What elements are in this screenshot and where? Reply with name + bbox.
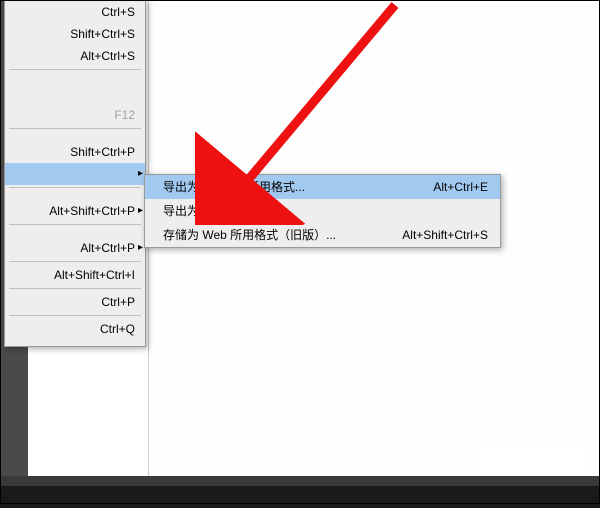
submenu-shortcut: Alt+Ctrl+E	[433, 175, 488, 199]
submenu-arrow-icon: ▸	[138, 200, 143, 222]
menu-shortcut: Alt+Ctrl+P	[80, 241, 135, 255]
app-lower-strip	[0, 476, 600, 486]
menu-separator	[9, 224, 141, 225]
menu-shortcut: Ctrl+P	[101, 295, 135, 309]
submenu-item-export-screens[interactable]: 导出为多种屏幕所用格式... Alt+Ctrl+E	[145, 175, 500, 199]
export-submenu[interactable]: 导出为多种屏幕所用格式... Alt+Ctrl+E 导出为... 存储为 Web…	[144, 174, 501, 248]
menu-separator	[9, 315, 141, 316]
submenu-label: 存储为 Web 所用格式（旧版）...	[163, 223, 336, 247]
submenu-shortcut: Alt+Shift+Ctrl+S	[402, 223, 488, 247]
menu-item[interactable]: Shift+Ctrl+S	[5, 23, 145, 45]
menu-shortcut: Alt+Ctrl+S	[80, 49, 135, 63]
screenshot-stage: Ctrl+S Shift+Ctrl+S Alt+Ctrl+S F12 Shift…	[0, 0, 600, 508]
submenu-arrow-icon: ▸	[138, 163, 143, 185]
menu-item[interactable]: Alt+Shift+Ctrl+P▸	[5, 200, 145, 222]
menu-shortcut: Alt+Shift+Ctrl+I	[54, 268, 135, 282]
menu-item[interactable]: Ctrl+S	[5, 1, 145, 23]
menu-separator	[9, 288, 141, 289]
menu-separator	[9, 187, 141, 188]
menu-shortcut: Ctrl+Q	[100, 322, 135, 336]
menu-item-export[interactable]: ▸	[5, 163, 145, 185]
menu-separator	[9, 128, 141, 129]
menu-item[interactable]: Ctrl+P	[5, 291, 145, 313]
menu-shortcut: Shift+Ctrl+P	[70, 145, 135, 159]
menu-shortcut: F12	[114, 108, 135, 122]
app-status-bar	[0, 486, 600, 508]
menu-item[interactable]: Alt+Shift+Ctrl+I	[5, 264, 145, 286]
menu-item[interactable]: F12	[5, 104, 145, 126]
watermark	[476, 442, 586, 474]
file-menu[interactable]: Ctrl+S Shift+Ctrl+S Alt+Ctrl+S F12 Shift…	[4, 0, 146, 347]
submenu-label: 导出为...	[163, 199, 209, 223]
menu-shortcut: Ctrl+S	[101, 5, 135, 19]
menu-separator	[9, 261, 141, 262]
menu-shortcut: Alt+Shift+Ctrl+P	[49, 204, 135, 218]
menu-item[interactable]: Ctrl+Q	[5, 318, 145, 340]
menu-separator	[9, 69, 141, 70]
menu-item[interactable]: Alt+Ctrl+P▸	[5, 237, 145, 259]
menu-item[interactable]: Alt+Ctrl+S	[5, 45, 145, 67]
menu-shortcut: Shift+Ctrl+S	[70, 27, 135, 41]
submenu-label: 导出为多种屏幕所用格式...	[163, 175, 305, 199]
submenu-arrow-icon: ▸	[138, 237, 143, 259]
submenu-item-save-for-web[interactable]: 存储为 Web 所用格式（旧版）... Alt+Shift+Ctrl+S	[145, 223, 500, 247]
menu-item[interactable]: Shift+Ctrl+P	[5, 141, 145, 163]
submenu-item-export-as[interactable]: 导出为...	[145, 199, 500, 223]
